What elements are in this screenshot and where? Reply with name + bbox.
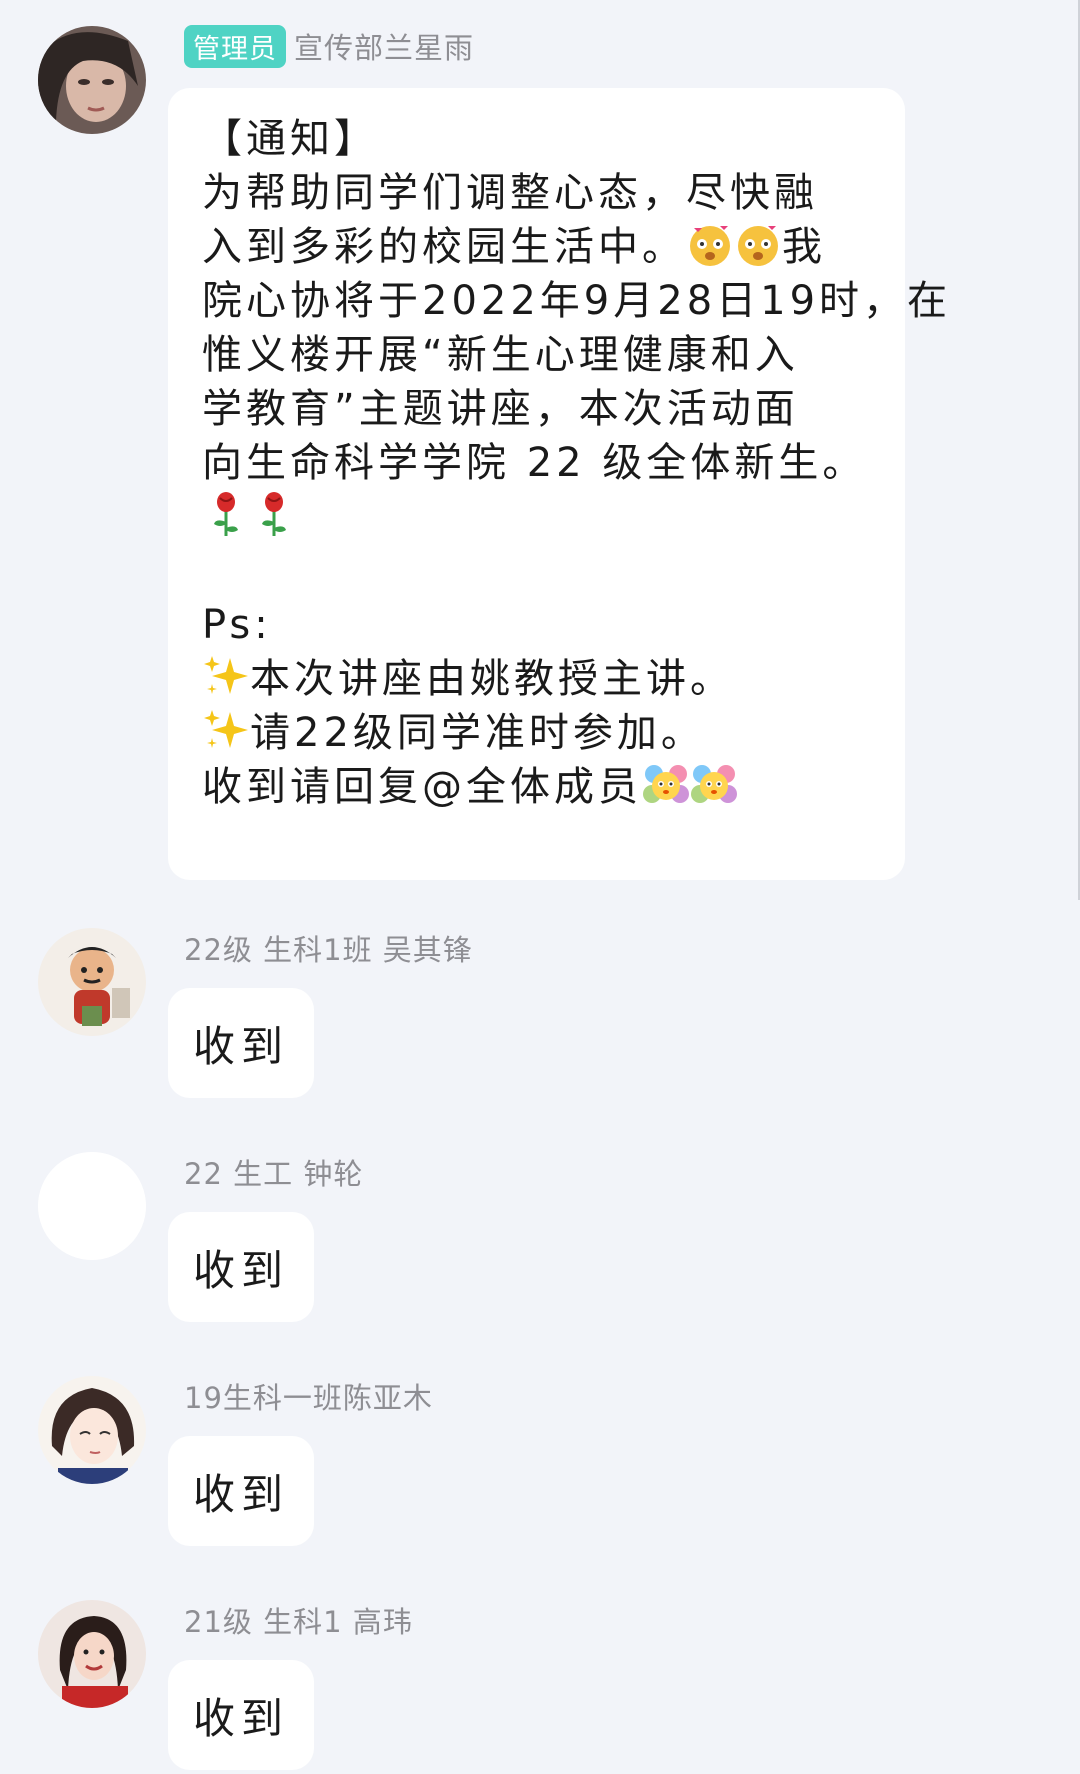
- notice-line: Ps:: [202, 602, 272, 648]
- notice-text: 入到多彩的校园生活中。: [202, 224, 686, 270]
- sender-line: 22 生工 钟轮: [184, 1152, 363, 1192]
- notice-line: 入到多彩的校园生活中。 我: [202, 220, 871, 274]
- notice-text: 请22级同学准时参加。: [250, 710, 705, 756]
- notice-text: 我: [782, 224, 826, 270]
- rose-emoji: [202, 490, 250, 538]
- smiling-girl-avatar: [38, 1600, 146, 1708]
- sparkles-emoji: [202, 652, 250, 700]
- avatar[interactable]: [38, 928, 146, 1036]
- avatar[interactable]: [38, 1376, 146, 1484]
- notice-line: 【通知】: [202, 116, 378, 162]
- notice-line: 院心协将于2022年9月28日19时，在: [202, 278, 952, 324]
- sender-name[interactable]: 19生科一班陈亚木: [184, 1375, 433, 1417]
- cartoon-warrior-avatar: [38, 928, 146, 1036]
- message-bubble[interactable]: 收到: [168, 1436, 314, 1546]
- notice-line: 请22级同学准时参加。: [202, 706, 871, 760]
- flower-face-emoji: [642, 760, 690, 808]
- sender-line: 22级 生科1班 吴其锋: [184, 928, 473, 968]
- message-text: 收到: [192, 1469, 289, 1519]
- notice-line: [202, 490, 871, 544]
- sender-line: 19生科一班陈亚木: [184, 1376, 433, 1416]
- message-text: 收到: [192, 1245, 289, 1295]
- avatar[interactable]: [38, 1600, 146, 1708]
- sender-line: 21级 生科1 高玮: [184, 1600, 413, 1640]
- message-bubble[interactable]: 收到: [168, 988, 314, 1098]
- blank-avatar: [38, 1152, 146, 1260]
- notice-text: 本次讲座由姚教授主讲。: [250, 656, 734, 702]
- message-bubble[interactable]: 收到: [168, 1212, 314, 1322]
- role-badge: 管理员: [184, 24, 286, 68]
- sender-name[interactable]: 22 生工 钟轮: [184, 1151, 363, 1193]
- notice-line: 本次讲座由姚教授主讲。: [202, 652, 871, 706]
- notice-text: 收到请回复@全体成员: [202, 764, 642, 810]
- notice-line: 向生命科学学院 22 级全体新生。: [202, 440, 867, 486]
- flower-face-emoji: [690, 760, 738, 808]
- avatar[interactable]: [38, 1152, 146, 1260]
- rose-emoji: [250, 490, 298, 538]
- sender-line: 管理员 宣传部兰星雨: [184, 24, 474, 68]
- sender-name[interactable]: 宣传部兰星雨: [294, 25, 474, 67]
- avatar[interactable]: [38, 26, 146, 134]
- chat-view: 管理员 宣传部兰星雨 【通知】 为帮助同学们调整心态，尽快融 入到多彩的校园生活…: [0, 0, 1080, 1774]
- notice-line: 学教育”主题讲座，本次活动面: [202, 386, 799, 432]
- message-bubble[interactable]: 收到: [168, 1660, 314, 1770]
- blushing-face-emoji: [686, 220, 734, 268]
- message-bubble[interactable]: 【通知】 为帮助同学们调整心态，尽快融 入到多彩的校园生活中。 我 院心协将于20…: [168, 88, 952, 880]
- notice-line: 惟义楼开展“新生心理健康和入: [202, 332, 799, 378]
- message-text: 收到: [192, 1021, 289, 1071]
- sender-name[interactable]: 21级 生科1 高玮: [184, 1599, 413, 1641]
- sparkles-emoji: [202, 706, 250, 754]
- blushing-face-emoji: [734, 220, 782, 268]
- notice-line: 收到请回复@全体成员: [202, 760, 871, 814]
- woman-portrait-avatar: [38, 26, 146, 134]
- notice-line: 为帮助同学们调整心态，尽快融: [202, 170, 818, 216]
- message-text: 收到: [192, 1693, 289, 1743]
- sender-name[interactable]: 22级 生科1班 吴其锋: [184, 927, 473, 969]
- anime-girl-avatar: [38, 1376, 146, 1484]
